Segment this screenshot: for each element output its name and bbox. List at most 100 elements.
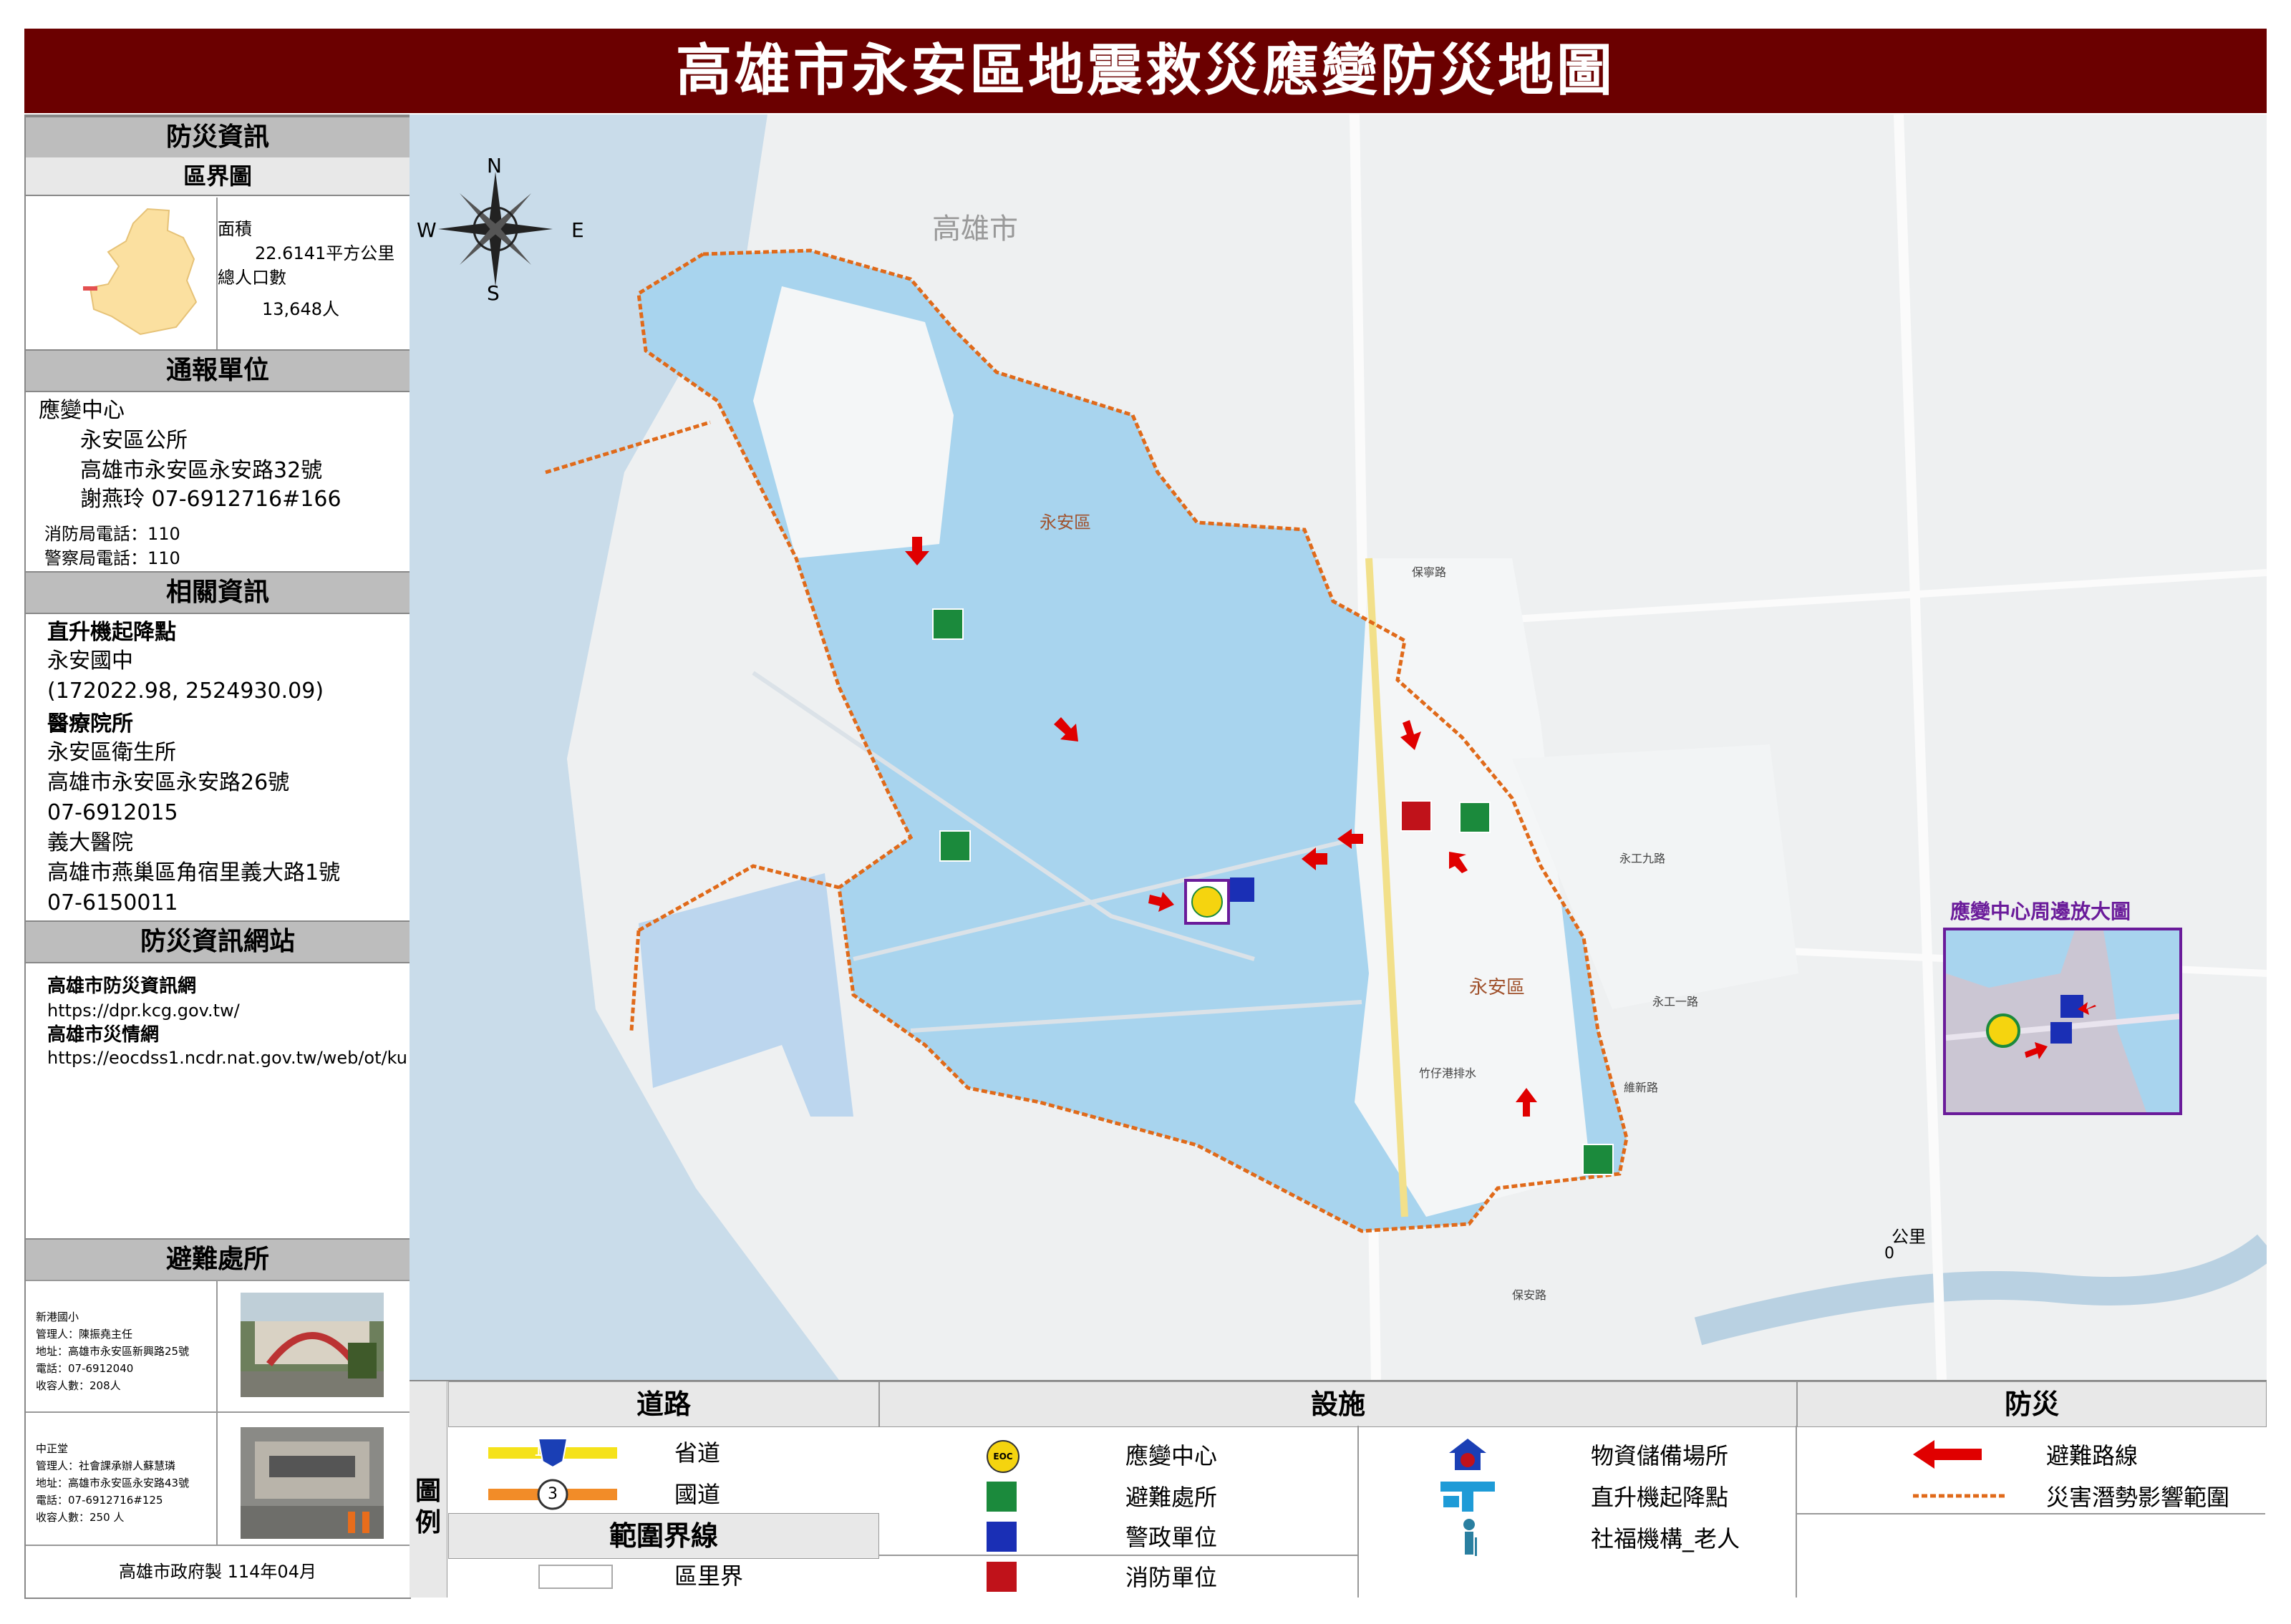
evac-arrow [1516,1088,1537,1117]
provincial-label: 省道 [674,1439,721,1467]
provincial-num: 1 [533,1442,543,1460]
disaster-info-heading: 防災資訊 [26,116,410,159]
road-label: 竹仔港排水 [1419,1066,1477,1080]
heli-name: 永安國中 [47,648,133,674]
ecc-label: 應變中心 [39,398,125,423]
welfare-legend-icon [1463,1519,1477,1556]
shelter-icon[interactable] [932,608,964,640]
fire-phone: 消防局電話：110 [44,524,180,544]
boundary-map-heading: 區界圖 [26,157,410,196]
scale-zero: 0 [1884,1245,1894,1263]
ecc-address: 高雄市永安區永安路32號 [80,458,323,483]
fire-station-icon[interactable] [1400,800,1432,832]
med2-address: 高雄市燕巢區角宿里義大路1號 [47,860,341,885]
fire-legend-icon [987,1562,1017,1592]
evac-route-legend-icon [1913,1440,1982,1469]
road-label: 永工九路 [1619,852,1666,865]
web2-url[interactable]: https://eocdss1.ncdr.nat.gov.tw/web/ot/k… [47,1046,407,1069]
impact-range-legend-icon [1913,1494,2006,1498]
helipad-legend-label: 直升機起降點 [1591,1484,1729,1511]
shelter2-photo [241,1427,384,1539]
road-label: 保安路 [1512,1288,1547,1302]
shelter2-address: 地址：高雄市永安區永安路43號 [36,1477,190,1489]
shelter1-name: 新港國小 [36,1311,79,1323]
shelter-heading: 避難處所 [26,1238,410,1281]
shelter2-manager: 管理人：社會課承辦人蘇慧璘 [36,1459,176,1472]
scale-label: 公里 [1892,1227,1926,1247]
shelter1-capacity: 收容人數：208人 [36,1379,121,1392]
storage-legend-label: 物資儲備場所 [1591,1442,1729,1469]
web1-url[interactable]: https://dpr.kcg.gov.tw/ [47,999,240,1022]
map-area[interactable]: N S W E 高雄市 永安區 永安區 公里 0 應變中心周邊放大圖 保寧路 永… [410,115,2267,1380]
storage-legend-icon [1449,1439,1486,1470]
legend-disaster-head: 防災 [1797,1381,2267,1427]
ecc-contact: 謝燕玲 07-6912716#166 [80,487,342,512]
evac-arrow [1054,717,1078,742]
report-unit-heading: 通報單位 [26,349,410,392]
info-panel: 防災資訊 區界圖 面積 22.6141平方公里 總人口數 13,648人 通報單… [24,115,411,1599]
shelter2-capacity: 收容人數：250 人 [36,1511,125,1524]
legend: 圖例 道路 設施 防災 1 省道 3 國道 範圍界線 區里界 EOC 應變中心 … [410,1380,2267,1598]
evac-arrow [1302,847,1327,870]
population-label: 總人口數 [218,268,286,288]
population-value: 13,648人 [262,299,339,319]
area-value: 22.6141平方公里 [255,243,395,263]
medical-title: 醫療院所 [47,711,133,736]
legend-roads-head: 道路 [448,1381,879,1427]
legend-boundary-head: 範圍界線 [448,1513,879,1559]
shelter1-phone: 電話：07-6912040 [36,1362,134,1375]
shelter2-name: 中正堂 [36,1442,69,1455]
shelter2-phone: 電話：07-6912716#125 [36,1494,163,1507]
fire-legend-label: 消防單位 [1125,1564,1218,1591]
impact-range-legend-label: 災害潛勢影響範圍 [2046,1484,2230,1511]
eoc-legend-icon: EOC [987,1440,1019,1473]
shelter1-photo [241,1293,384,1397]
welfare-legend-label: 社福機構_老人 [1591,1525,1740,1552]
legend-vertical-label: 圖例 [415,1477,441,1537]
web2-name: 高雄市災情網 [47,1024,160,1046]
shelter1-address: 地址：高雄市永安區新興路25號 [36,1345,190,1358]
evac-route-legend-label: 避難路線 [2046,1442,2139,1469]
road-label: 保寧路 [1412,565,1447,579]
shelter-icon[interactable] [1582,1144,1614,1175]
heli-title: 直升機起降點 [47,620,176,645]
related-info-heading: 相關資訊 [26,571,410,614]
evac-arrow [1449,852,1468,873]
legend-facilities-head: 設施 [879,1381,1797,1427]
shelter1-manager: 管理人：陳振堯主任 [36,1328,133,1341]
road-label: 永工一路 [1652,995,1699,1008]
ecc-inset-map[interactable] [1943,928,2182,1115]
evac-arrow [1337,829,1363,849]
national-num: 3 [548,1485,558,1503]
eoc-icon [1191,886,1223,918]
evac-arrow [1400,720,1421,750]
med2-phone: 07-6150011 [47,890,178,915]
police-legend-label: 警政單位 [1125,1524,1218,1551]
web1-name: 高雄市防災資訊網 [47,976,197,997]
inset-title: 應變中心周邊放大圖 [1950,900,2131,923]
shelter-icon[interactable] [939,830,971,862]
med1-phone: 07-6912015 [47,800,178,825]
evac-arrow [1148,892,1174,912]
med1-address: 高雄市永安區永安路26號 [47,770,290,795]
footer-credit: 高雄市政府製 114年04月 [119,1562,316,1582]
police-icon[interactable] [1230,877,1254,902]
helipad-legend-icon [1440,1482,1495,1512]
police-phone: 警察局電話：110 [44,548,180,568]
ecc-cluster[interactable] [1184,879,1230,925]
police-legend-icon [987,1522,1017,1552]
heli-coords: (172022.98, 2524930.09) [47,679,324,704]
map-title: 高雄市永安區地震救災應變防災地圖 [24,29,2267,113]
evac-arrow [905,537,929,565]
med1-name: 永安區衛生所 [47,740,176,765]
shelter-icon[interactable] [1459,802,1491,833]
web-heading: 防災資訊網站 [26,920,410,963]
eoc-legend-label: 應變中心 [1125,1442,1218,1469]
eoc-legend-icon-text: EOC [993,1452,1013,1462]
village-boundary-icon [538,1565,613,1589]
med2-name: 義大醫院 [47,830,133,855]
ecc-org: 永安區公所 [80,428,188,453]
village-boundary-label: 區里界 [674,1562,744,1590]
inset-drawing [1946,930,2179,1112]
area-label: 面積 [218,219,252,239]
